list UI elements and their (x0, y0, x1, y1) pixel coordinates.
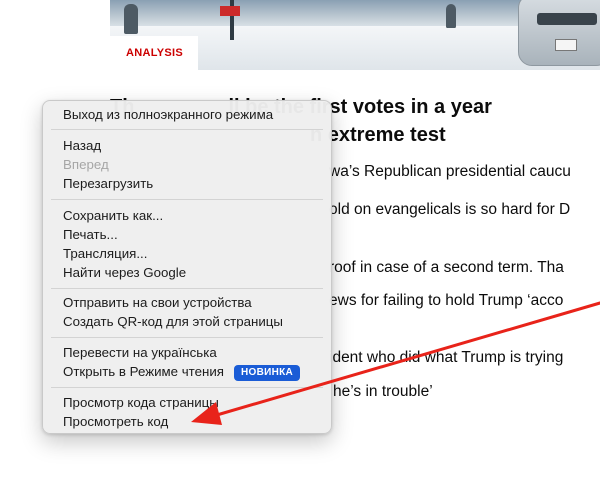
arrow-head (191, 402, 222, 425)
annotation-arrow (191, 301, 600, 425)
arrow-shaft (208, 301, 600, 419)
